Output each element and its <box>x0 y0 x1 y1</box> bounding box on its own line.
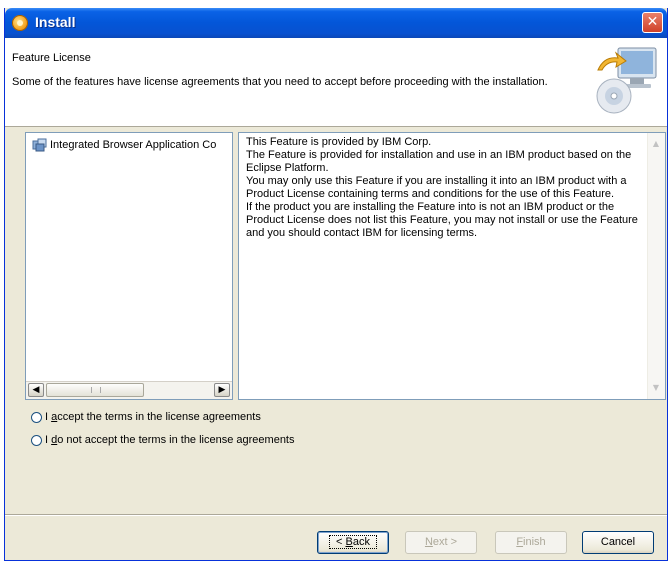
scroll-left-icon[interactable]: ◀ <box>28 383 44 397</box>
page-title: Feature License <box>12 52 91 64</box>
finish-button[interactable]: Finish <box>495 531 567 554</box>
horizontal-scrollbar[interactable]: ◀ ▶ <box>26 381 232 399</box>
decline-terms-label: I do not accept the terms in the license… <box>45 434 295 447</box>
title-bar[interactable]: Install ✕ <box>5 8 667 38</box>
install-dialog: Install ✕ Feature License Some of the fe… <box>4 8 668 561</box>
header-panel: Feature License Some of the features hav… <box>5 38 667 127</box>
accept-terms-label: I accept the terms in the license agreem… <box>45 411 261 424</box>
close-button[interactable]: ✕ <box>642 12 663 33</box>
button-separator <box>5 514 667 516</box>
license-text: This Feature is provided by IBM Corp. Th… <box>246 136 638 239</box>
scroll-right-icon[interactable]: ▶ <box>214 383 230 397</box>
accept-terms-radio[interactable]: I accept the terms in the license agreem… <box>31 410 261 426</box>
window-title: Install <box>35 14 76 30</box>
radio-circle[interactable] <box>31 434 42 446</box>
install-wizard-icon <box>596 47 657 114</box>
decline-terms-radio[interactable]: I do not accept the terms in the license… <box>31 433 295 449</box>
license-text-area[interactable]: This Feature is provided by IBM Corp. Th… <box>238 132 666 400</box>
scroll-up-icon[interactable]: ▲ <box>649 136 663 152</box>
scroll-thumb[interactable] <box>46 383 144 397</box>
next-button[interactable]: Next > <box>405 531 477 554</box>
feature-icon <box>32 138 47 152</box>
radio-circle[interactable] <box>31 411 42 423</box>
feature-list[interactable]: Integrated Browser Application Co ◀ ▶ <box>25 132 233 400</box>
vertical-scrollbar[interactable]: ▲ ▼ <box>647 133 665 399</box>
back-button[interactable]: < Back <box>317 531 389 554</box>
install-icon <box>12 15 28 31</box>
feature-label: Integrated Browser Application Co <box>50 138 217 151</box>
page-description: Some of the features have license agreem… <box>12 76 548 88</box>
cancel-button[interactable]: Cancel <box>582 531 654 554</box>
scroll-down-icon[interactable]: ▼ <box>649 380 663 396</box>
list-item[interactable]: Integrated Browser Application Co <box>32 138 232 154</box>
